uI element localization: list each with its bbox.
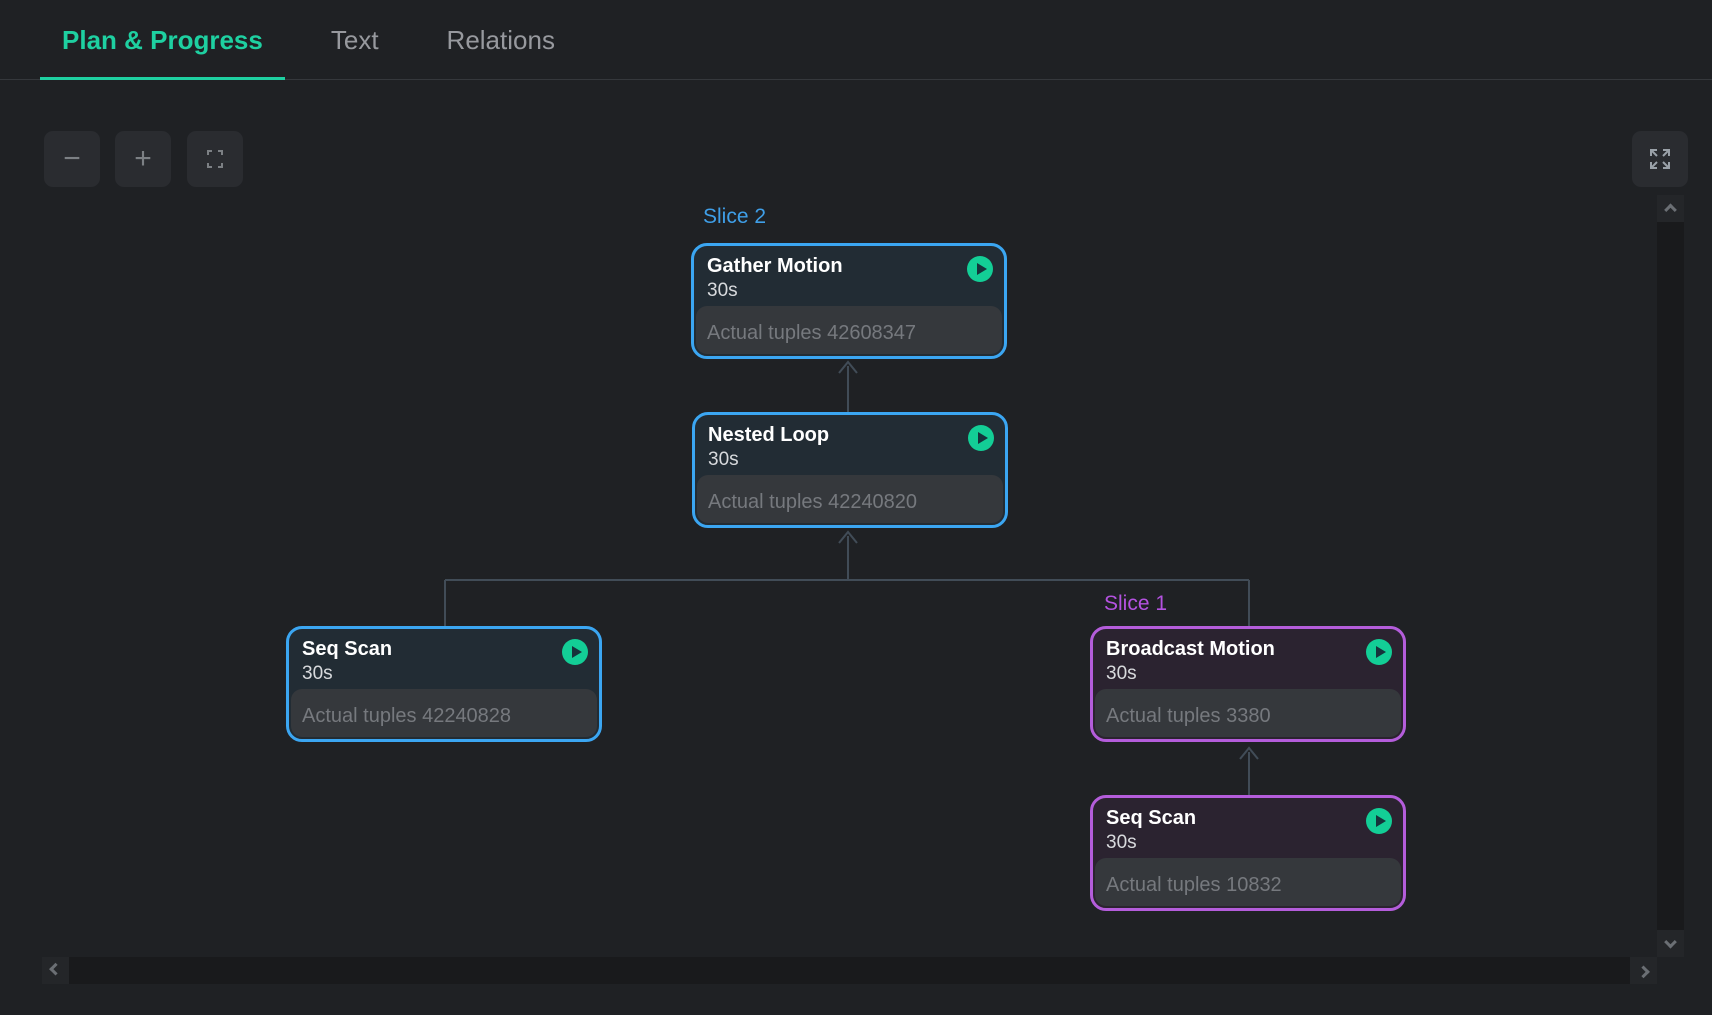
tab-bar: Plan & Progress Text Relations [0, 0, 1712, 80]
node-duration: 30s [1106, 831, 1357, 855]
zoom-out-button[interactable]: − [44, 131, 100, 187]
plan-node-seq-scan-left[interactable]: Seq Scan 30s Actual tuples 42240828 [286, 626, 602, 742]
node-header: Nested Loop 30s [695, 415, 1005, 475]
node-duration: 30s [708, 448, 959, 472]
node-title: Seq Scan [302, 636, 553, 662]
query-plan-viewer: Plan & Progress Text Relations − + [0, 0, 1712, 1015]
node-body: Actual tuples 10832 [1095, 858, 1401, 906]
chevron-left-icon [49, 963, 62, 976]
tab-relations[interactable]: Relations [425, 0, 577, 80]
tab-text[interactable]: Text [309, 0, 401, 80]
node-actual-tuples: Actual tuples 3380 [1106, 705, 1271, 728]
node-actual-tuples: Actual tuples 42240820 [708, 491, 917, 514]
chevron-down-icon [1664, 936, 1677, 949]
scroll-up-button[interactable] [1657, 195, 1684, 222]
slice-2-label: Slice 2 [703, 205, 766, 229]
expand-arrows-icon [1647, 146, 1673, 172]
node-body: Actual tuples 42240828 [291, 689, 597, 737]
scroll-right-button[interactable] [1630, 957, 1657, 984]
slice-1-label: Slice 1 [1104, 592, 1167, 616]
play-circle-icon [1366, 808, 1392, 834]
fit-view-button[interactable] [187, 131, 243, 187]
fullscreen-button[interactable] [1632, 131, 1688, 187]
play-circle-icon [1366, 639, 1392, 665]
node-title: Broadcast Motion [1106, 636, 1357, 662]
vertical-scrollbar[interactable] [1657, 195, 1684, 957]
plan-node-gather-motion[interactable]: Gather Motion 30s Actual tuples 42608347 [691, 243, 1007, 359]
play-circle-icon [562, 639, 588, 665]
scroll-left-button[interactable] [42, 957, 69, 984]
plus-icon: + [134, 144, 152, 174]
node-body: Actual tuples 42608347 [696, 306, 1002, 354]
node-body: Actual tuples 3380 [1095, 689, 1401, 737]
edge-seqscan-to-broadcast-arrowhead [1240, 748, 1258, 759]
play-circle-icon [967, 256, 993, 282]
scroll-down-button[interactable] [1657, 930, 1684, 957]
node-actual-tuples: Actual tuples 42240828 [302, 705, 511, 728]
node-title: Gather Motion [707, 253, 958, 279]
edge-children-to-nested-arrowhead [839, 532, 857, 543]
node-duration: 30s [302, 662, 553, 686]
node-body: Actual tuples 42240820 [697, 475, 1003, 523]
play-circle-icon [968, 425, 994, 451]
horizontal-scrollbar[interactable] [42, 957, 1657, 984]
node-actual-tuples: Actual tuples 10832 [1106, 874, 1282, 897]
scrollbar-corner [1657, 957, 1684, 984]
frame-corners-icon [203, 147, 227, 171]
tab-plan-progress[interactable]: Plan & Progress [40, 0, 285, 80]
node-actual-tuples: Actual tuples 42608347 [707, 322, 916, 345]
plan-node-nested-loop[interactable]: Nested Loop 30s Actual tuples 42240820 [692, 412, 1008, 528]
node-duration: 30s [1106, 662, 1357, 686]
node-header: Seq Scan 30s [289, 629, 599, 689]
chevron-up-icon [1664, 204, 1677, 217]
plan-node-broadcast-motion[interactable]: Broadcast Motion 30s Actual tuples 3380 [1090, 626, 1406, 742]
minus-icon: − [63, 144, 81, 174]
node-header: Gather Motion 30s [694, 246, 1004, 306]
chevron-right-icon [1637, 966, 1650, 979]
plan-node-seq-scan-right[interactable]: Seq Scan 30s Actual tuples 10832 [1090, 795, 1406, 911]
node-header: Seq Scan 30s [1093, 798, 1403, 858]
node-duration: 30s [707, 279, 958, 303]
zoom-in-button[interactable]: + [115, 131, 171, 187]
node-header: Broadcast Motion 30s [1093, 629, 1403, 689]
node-title: Seq Scan [1106, 805, 1357, 831]
node-title: Nested Loop [708, 422, 959, 448]
edge-nested-to-gather-arrowhead [839, 362, 857, 373]
